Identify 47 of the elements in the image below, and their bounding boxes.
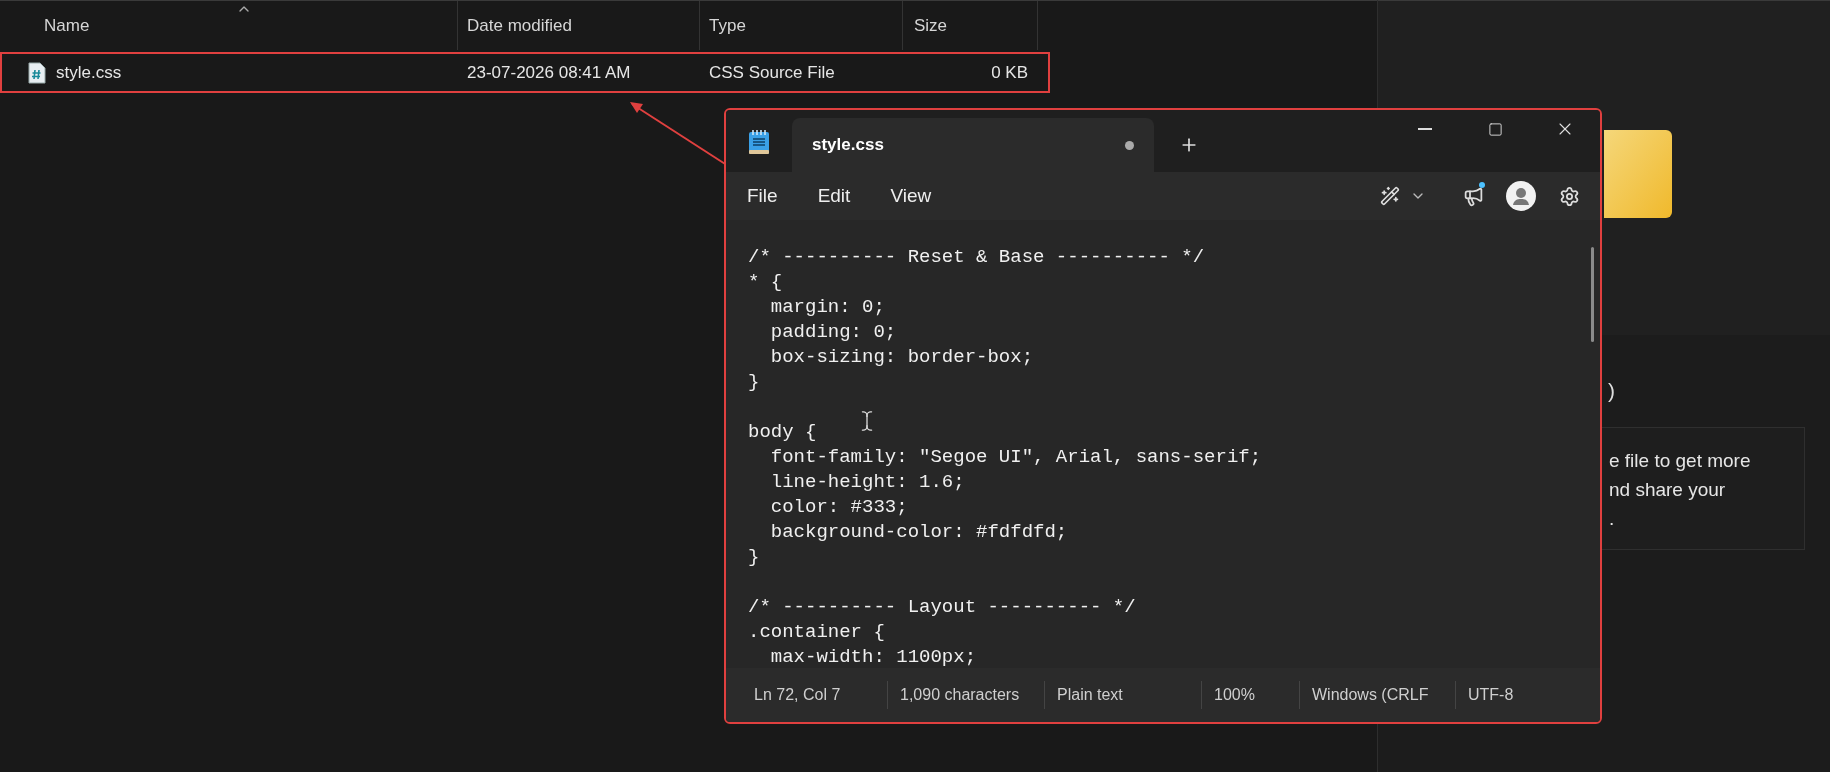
file-name: style.css <box>56 61 122 84</box>
code-line: body { <box>748 420 817 445</box>
status-item: 1,090 characters <box>887 681 1044 709</box>
css-file-icon <box>28 61 46 84</box>
minimize-icon <box>1418 128 1432 130</box>
folder-icon <box>1604 130 1672 218</box>
status-item: Plain text <box>1044 681 1201 709</box>
menu-item[interactable]: Edit <box>806 177 862 215</box>
code-line: * { <box>748 270 783 295</box>
code-line: background-color: #fdfdfd; <box>769 520 1068 545</box>
code-line: line-height: 1.6; <box>769 470 965 495</box>
status-item: 100% <box>1201 681 1299 709</box>
code-line: margin: 0; <box>769 295 885 320</box>
code-line: box-sizing: border-box; <box>769 345 1034 370</box>
file-type: CSS Source File <box>708 61 836 84</box>
notepad-icon <box>748 129 770 155</box>
column-header[interactable]: Date modified <box>458 1 700 50</box>
code-line: .container { <box>748 620 885 645</box>
code-line: /* ---------- Reset & Base ---------- */ <box>748 245 1205 270</box>
column-header[interactable]: Size <box>903 1 1038 50</box>
info-text: . <box>1609 506 1616 531</box>
code-line: max-width: 1100px; <box>769 645 977 668</box>
file-date: 23-07-2026 08:41 AM <box>466 61 632 84</box>
column-header[interactable]: Name <box>0 1 458 50</box>
details-heading: ) <box>1608 379 1615 402</box>
file-row[interactable]: style.css 23-07-2026 08:41 AM CSS Source File 0 KB <box>0 52 1050 93</box>
file-size: 0 KB <box>990 61 1028 84</box>
code-line: /* ---------- Layout ---------- */ <box>748 595 1136 620</box>
sparkle-pen-icon <box>1380 186 1400 206</box>
menu-item[interactable]: View <box>879 177 943 215</box>
menu-item[interactable]: File <box>736 177 789 215</box>
editor-tab[interactable]: style.css <box>792 118 1154 172</box>
code-line: } <box>748 370 760 395</box>
column-header[interactable]: Type <box>700 1 903 50</box>
info-text: nd share your <box>1609 477 1727 502</box>
code-line: color: #333; <box>769 495 908 520</box>
status-item: Ln 72, Col 7 <box>753 685 842 705</box>
megaphone-icon <box>1462 185 1484 207</box>
avatar-icon[interactable] <box>1506 181 1536 211</box>
info-text: e file to get more <box>1609 448 1752 473</box>
status-item: UTF-8 <box>1455 681 1575 709</box>
code-line: font-family: "Segoe UI", Arial, sans-serif; <box>769 445 1262 470</box>
maximize-icon <box>1487 121 1503 137</box>
code-line: } <box>748 545 760 570</box>
code-line: padding: 0; <box>769 320 897 345</box>
settings-icon <box>1558 185 1580 207</box>
status-item: Windows (CRLF <box>1299 681 1455 709</box>
